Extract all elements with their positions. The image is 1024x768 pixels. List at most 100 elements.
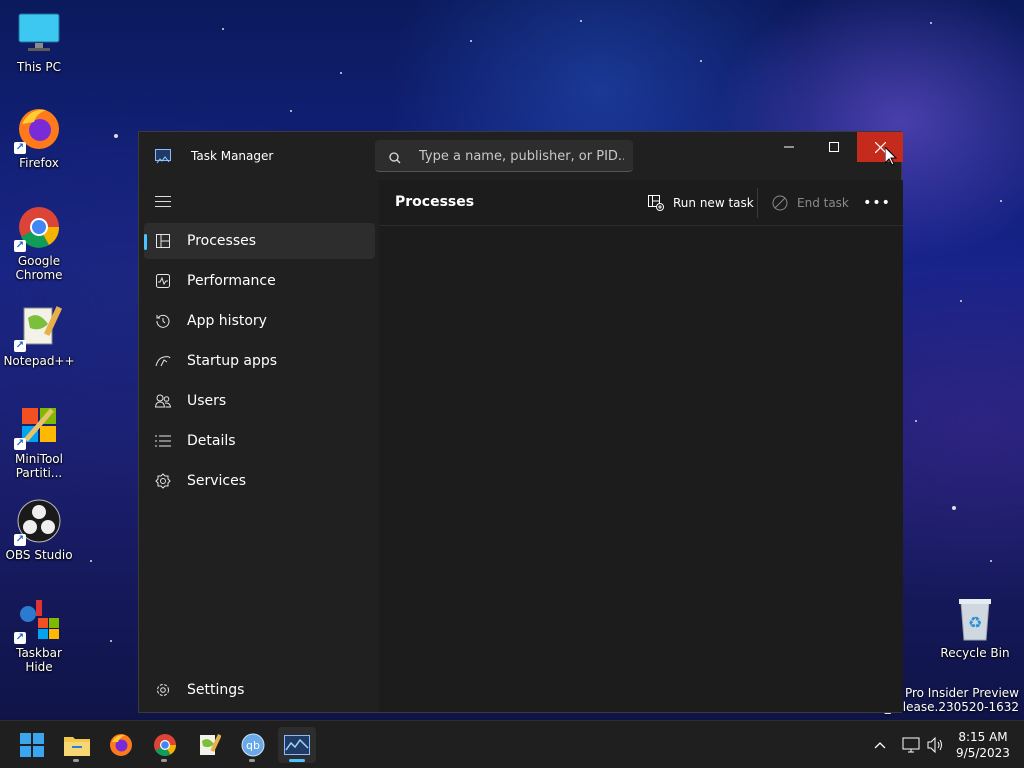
firefox-icon: [110, 734, 132, 756]
chrome-icon: [154, 734, 176, 756]
sidebar-item-startup-apps[interactable]: Startup apps: [144, 343, 375, 379]
desktop-icon-minitool[interactable]: ↗ MiniTool Partiti...: [1, 402, 77, 480]
end-task-button[interactable]: End task: [771, 192, 849, 214]
shortcut-arrow-icon: ↗: [14, 240, 26, 252]
desktop-icon-label: MiniTool Partiti...: [15, 452, 63, 480]
obs-studio-icon: ↗: [14, 498, 62, 546]
firefox-icon: ↗: [14, 106, 62, 154]
shortcut-arrow-icon: ↗: [14, 632, 26, 644]
taskbar-task-manager[interactable]: [278, 727, 316, 763]
monitor-icon: [16, 10, 62, 56]
recycle-bin-icon: ♻: [952, 596, 998, 642]
search-box[interactable]: [375, 140, 633, 172]
desktop-icon-obs-studio[interactable]: ↗ OBS Studio: [1, 498, 77, 562]
running-indicator: [289, 759, 305, 762]
sidebar: Processes Performance App history Startu…: [139, 180, 379, 712]
sidebar-item-label: Processes: [187, 233, 257, 249]
qbittorrent-icon: qb: [241, 733, 265, 757]
shortcut-arrow-icon: ↗: [14, 438, 26, 450]
desktop-icon-label: OBS Studio: [5, 548, 73, 562]
clock-time: 8:15 AM: [958, 730, 1008, 744]
sidebar-item-processes[interactable]: Processes: [144, 223, 375, 259]
taskbar-firefox[interactable]: [102, 727, 140, 763]
sidebar-item-details[interactable]: Details: [144, 423, 375, 459]
taskbar-hide-icon: ↗: [14, 596, 62, 644]
sidebar-item-label: Startup apps: [187, 353, 278, 369]
taskbar-qbittorrent[interactable]: qb: [234, 727, 272, 763]
taskbar-notepad-plus-plus[interactable]: [190, 727, 228, 763]
shortcut-arrow-icon: ↗: [14, 340, 26, 352]
end-task-label: End task: [797, 196, 849, 210]
notepad-plus-plus-icon: ↗: [14, 304, 63, 352]
sidebar-item-users[interactable]: Users: [144, 383, 375, 419]
show-hidden-icons-button[interactable]: [868, 721, 892, 768]
sidebar-item-settings[interactable]: Settings: [144, 672, 375, 708]
block-icon: [771, 194, 789, 212]
task-manager-window: Task Manager Processes: [138, 131, 903, 713]
desktop-icon-recycle-bin[interactable]: ♻ Recycle Bin: [937, 596, 1013, 660]
sidebar-item-services[interactable]: Services: [144, 463, 375, 499]
svg-text:♻: ♻: [968, 613, 982, 632]
hamburger-menu-icon[interactable]: [155, 196, 171, 208]
main-content: Processes Run new task End task •••: [379, 180, 903, 712]
running-indicator: [249, 759, 255, 762]
search-icon: [389, 149, 401, 164]
mouse-cursor-icon: [884, 145, 898, 170]
details-icon: [154, 432, 172, 450]
performance-icon: [154, 272, 172, 290]
shortcut-arrow-icon: ↗: [14, 142, 26, 154]
desktop-icon-this-pc[interactable]: This PC: [1, 10, 77, 74]
title-bar[interactable]: Task Manager: [139, 132, 903, 180]
running-indicator: [73, 759, 79, 762]
page-title: Processes: [395, 194, 475, 210]
desktop-icon-notepad-plus-plus[interactable]: ↗ Notepad++: [1, 304, 77, 368]
notepad-plus-plus-icon: [200, 733, 221, 755]
sidebar-item-label: Settings: [187, 682, 245, 698]
taskbar-chrome[interactable]: [146, 727, 184, 763]
users-icon: [154, 392, 172, 410]
desktop-icon-label: Taskbar Hide: [16, 646, 62, 674]
desktop-icon-chrome[interactable]: ↗ Google Chrome: [1, 204, 77, 282]
command-bar: Processes Run new task End task •••: [379, 180, 903, 226]
minimize-icon: [784, 146, 794, 148]
settings-gear-icon: [154, 681, 172, 699]
run-new-task-label: Run new task: [673, 196, 754, 210]
clock-date: 9/5/2023: [956, 746, 1010, 760]
desktop-icon-firefox[interactable]: ↗ Firefox: [1, 106, 77, 170]
task-manager-app-icon: [155, 149, 171, 164]
chrome-icon: ↗: [14, 204, 62, 252]
startup-icon: [154, 352, 172, 370]
sidebar-item-label: Users: [187, 393, 227, 409]
search-input[interactable]: [419, 146, 624, 166]
sidebar-item-label: App history: [187, 313, 267, 329]
sidebar-item-label: Details: [187, 433, 236, 449]
windows-logo-icon: [20, 733, 44, 757]
volume-button[interactable]: [924, 721, 948, 768]
sidebar-item-performance[interactable]: Performance: [144, 263, 375, 299]
taskbar-file-explorer[interactable]: [58, 727, 96, 763]
folder-icon: [64, 737, 90, 756]
start-button[interactable]: [13, 727, 51, 763]
taskbar: qb 8:15 AM 9/5/2023: [0, 720, 1024, 768]
speaker-icon: [927, 737, 942, 753]
services-icon: [154, 472, 172, 490]
desktop-icon-label: Notepad++: [3, 354, 75, 368]
more-options-button[interactable]: •••: [863, 192, 890, 214]
window-title: Task Manager: [191, 149, 274, 163]
desktop-icon-label: Recycle Bin: [940, 646, 1010, 660]
network-icon: [902, 737, 920, 753]
run-new-task-icon: [647, 194, 665, 212]
processes-icon: [154, 232, 172, 250]
minitool-icon: ↗: [14, 402, 62, 450]
sidebar-item-label: Performance: [187, 273, 276, 289]
clock[interactable]: 8:15 AM 9/5/2023: [946, 729, 1020, 761]
sidebar-item-app-history[interactable]: App history: [144, 303, 375, 339]
run-new-task-button[interactable]: Run new task: [647, 192, 754, 214]
running-indicator: [161, 759, 167, 762]
minimize-button[interactable]: [766, 132, 812, 162]
shortcut-arrow-icon: ↗: [14, 534, 26, 546]
desktop-icon-taskbar-hide[interactable]: ↗ Taskbar Hide: [1, 596, 77, 674]
desktop-icon-label: Google Chrome: [15, 254, 63, 282]
network-button[interactable]: [900, 721, 922, 768]
maximize-button[interactable]: [811, 132, 857, 162]
